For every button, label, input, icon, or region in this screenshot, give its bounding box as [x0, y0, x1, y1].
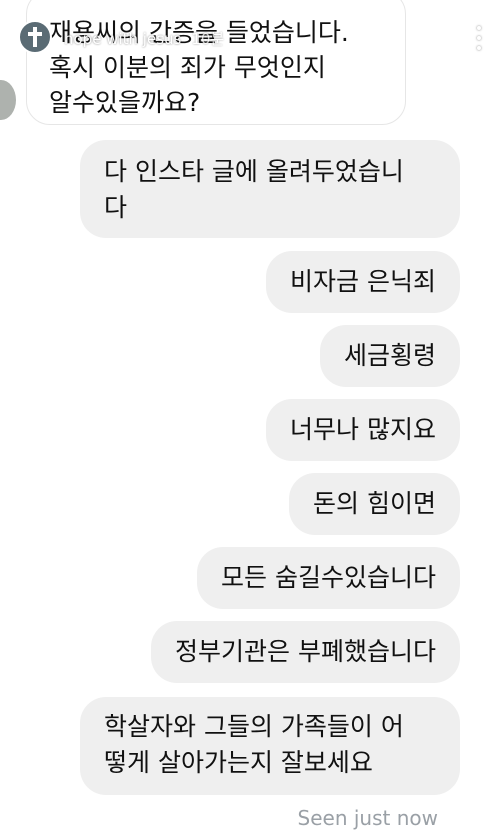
seen-status: Seen just now — [297, 806, 438, 830]
message-text: 세금횡령 — [343, 341, 436, 370]
outgoing-message-bubble: 모든 숨길수있습니다 — [197, 547, 460, 609]
outgoing-message-bubble: 너무나 많지요 — [266, 399, 460, 461]
message-text: 모든 숨길수있습니다 — [221, 563, 436, 592]
message-text: 다 인스타 글에 올려두었습니 — [104, 157, 404, 186]
outgoing-message-bubble: 정부기관은 부폐했습니다 — [151, 621, 460, 683]
message-text: 학살자와 그들의 가족들이 어 — [104, 712, 404, 741]
profile-avatar[interactable] — [18, 20, 52, 54]
message-text: 돈의 힘이면 — [313, 489, 436, 518]
message-text: 너무나 많지요 — [290, 415, 436, 444]
outgoing-message-bubble: 돈의 힘이면 — [289, 473, 460, 535]
message-text: 알수있을까요? — [49, 88, 201, 117]
message-text: 비자금 은닉죄 — [290, 267, 436, 296]
sender-avatar[interactable] — [0, 80, 16, 120]
outgoing-message-bubble: 학살자와 그들의 가족들이 어 떻게 살아가는지 잘보세요 — [80, 697, 460, 795]
message-text: 떻게 살아가는지 잘보세요 — [104, 748, 373, 777]
story-header: hope with jesus 10분 — [0, 0, 500, 60]
cross-icon — [28, 27, 42, 47]
message-text: 정부기관은 부폐했습니다 — [175, 637, 436, 666]
post-time: 10분 — [191, 30, 225, 48]
username[interactable]: hope with jesus — [64, 30, 181, 48]
outgoing-message-bubble: 다 인스타 글에 올려두었습니 다 — [80, 140, 460, 238]
more-options-icon[interactable] — [476, 26, 482, 50]
message-text: 다 — [104, 193, 128, 222]
outgoing-message-bubble: 세금횡령 — [319, 325, 460, 387]
story-username-row[interactable]: hope with jesus 10분 — [64, 28, 224, 49]
outgoing-message-bubble: 비자금 은닉죄 — [266, 251, 460, 313]
